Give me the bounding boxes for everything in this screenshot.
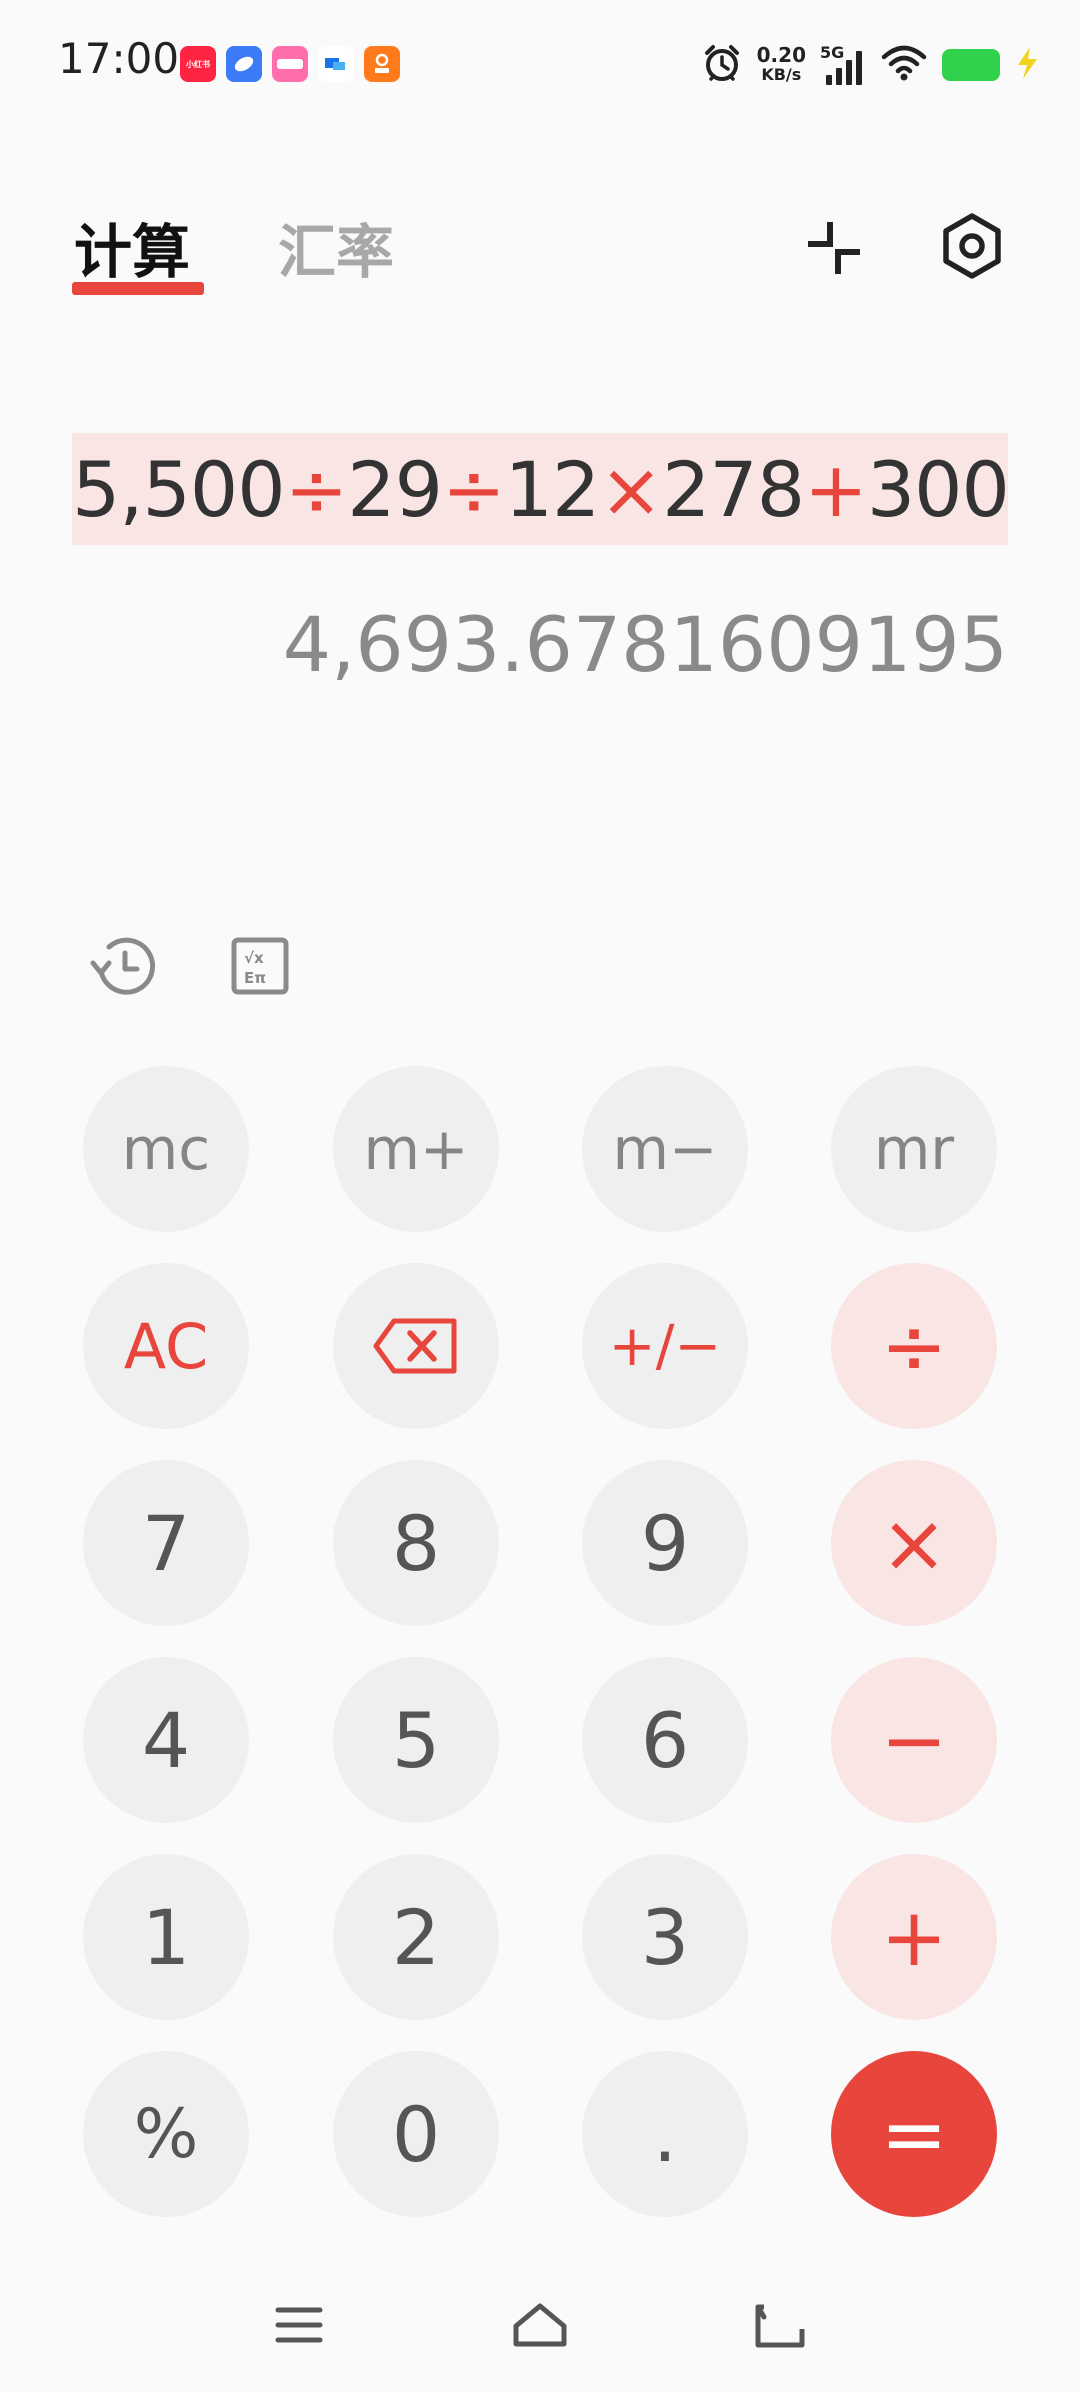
m-plus-button[interactable]: m+: [333, 1066, 499, 1232]
minimize-button[interactable]: [794, 208, 874, 288]
scientific-calculator-icon: √x Eπ: [231, 937, 289, 995]
status-bar: 17:00 小红书 0.20 KB/s 5G: [0, 0, 1080, 130]
cellular-signal: 5G: [820, 43, 866, 87]
minus-button[interactable]: −: [831, 1657, 997, 1823]
mr-button[interactable]: mr: [831, 1066, 997, 1232]
network-speed-value: 0.20: [756, 43, 806, 67]
svg-text:Eπ: Eπ: [244, 969, 266, 987]
settings-button[interactable]: [932, 206, 1012, 286]
charging-icon: [1014, 45, 1040, 85]
notification-icons: 小红书: [180, 46, 400, 82]
expression-number: 5,500: [72, 444, 286, 534]
menu-icon: [275, 2307, 323, 2343]
cloud-app-icon: [318, 46, 354, 82]
home-icon: [513, 2303, 567, 2347]
backspace-icon: [373, 1318, 457, 1374]
alarm-icon: [701, 42, 743, 88]
divide-button[interactable]: ÷: [831, 1263, 997, 1429]
decimal-point-button[interactable]: .: [582, 2051, 748, 2217]
tab-calculate[interactable]: 计算: [74, 205, 190, 289]
plus-minus-button[interactable]: +/−: [582, 1263, 748, 1429]
history-clock-icon: [90, 937, 155, 995]
status-right: 0.20 KB/s 5G: [701, 42, 1040, 88]
network-speed-unit: KB/s: [761, 65, 802, 84]
digit-7-button[interactable]: 7: [83, 1460, 249, 1626]
expression-display: 5,500 ÷ 29 ÷ 12 × 278 + 300: [72, 433, 1008, 545]
digit-3-button[interactable]: 3: [582, 1854, 748, 2020]
expression-operator: ÷: [441, 444, 506, 534]
tab-exchange-rate[interactable]: 汇率: [278, 205, 394, 289]
digit-0-button[interactable]: 0: [333, 2051, 499, 2217]
nav-home-button[interactable]: [500, 2290, 580, 2360]
digit-2-button[interactable]: 2: [333, 1854, 499, 2020]
xiaohongshu-app-icon: 小红书: [180, 46, 216, 82]
expression-operator: ×: [599, 444, 663, 534]
mc-button[interactable]: mc: [83, 1066, 249, 1232]
pink-app-icon: [272, 46, 308, 82]
blue-app-icon: [226, 46, 262, 82]
back-icon: [755, 2304, 805, 2348]
percent-button[interactable]: %: [83, 2051, 249, 2217]
minimize-icon: [808, 222, 860, 274]
network-speed: 0.20 KB/s: [757, 45, 806, 85]
battery-icon: [942, 49, 1000, 81]
digit-6-button[interactable]: 6: [582, 1657, 748, 1823]
expression-operator: +: [804, 444, 868, 534]
digit-5-button[interactable]: 5: [333, 1657, 499, 1823]
digit-9-button[interactable]: 9: [582, 1460, 748, 1626]
m-minus-button[interactable]: m−: [582, 1066, 748, 1232]
digit-1-button[interactable]: 1: [83, 1854, 249, 2020]
orange-app-icon: [364, 46, 400, 82]
nav-menu-button[interactable]: [259, 2290, 339, 2360]
status-time: 17:00: [58, 34, 180, 83]
signal-bars-icon: [826, 51, 862, 85]
settings-icon: [943, 213, 1001, 279]
expression-number: 278: [662, 444, 805, 534]
tab-active-indicator: [72, 282, 204, 295]
result-display: 4,693.6781609195: [282, 600, 1008, 689]
expression-number: 12: [504, 444, 601, 534]
all-clear-button[interactable]: AC: [83, 1263, 249, 1429]
digit-8-button[interactable]: 8: [333, 1460, 499, 1626]
calculator-screen: 17:00 小红书 0.20 KB/s 5G 计算 汇率 5,500 ÷ 29 …: [0, 0, 1080, 2392]
history-button[interactable]: [82, 926, 162, 1006]
scientific-mode-button[interactable]: √x Eπ: [220, 926, 300, 1006]
expression-operator: ÷: [284, 444, 349, 534]
nav-back-button[interactable]: [741, 2290, 821, 2360]
expression-number: 29: [347, 444, 443, 534]
equals-button[interactable]: =: [831, 2051, 997, 2217]
expression-number: 300: [866, 444, 1008, 534]
backspace-button[interactable]: [333, 1263, 499, 1429]
multiply-button[interactable]: ×: [831, 1460, 997, 1626]
xiaohongshu-app-label: 小红书: [186, 59, 210, 69]
plus-button[interactable]: +: [831, 1854, 997, 2020]
svg-text:√x: √x: [244, 949, 264, 967]
digit-4-button[interactable]: 4: [83, 1657, 249, 1823]
wifi-icon: [880, 43, 928, 87]
